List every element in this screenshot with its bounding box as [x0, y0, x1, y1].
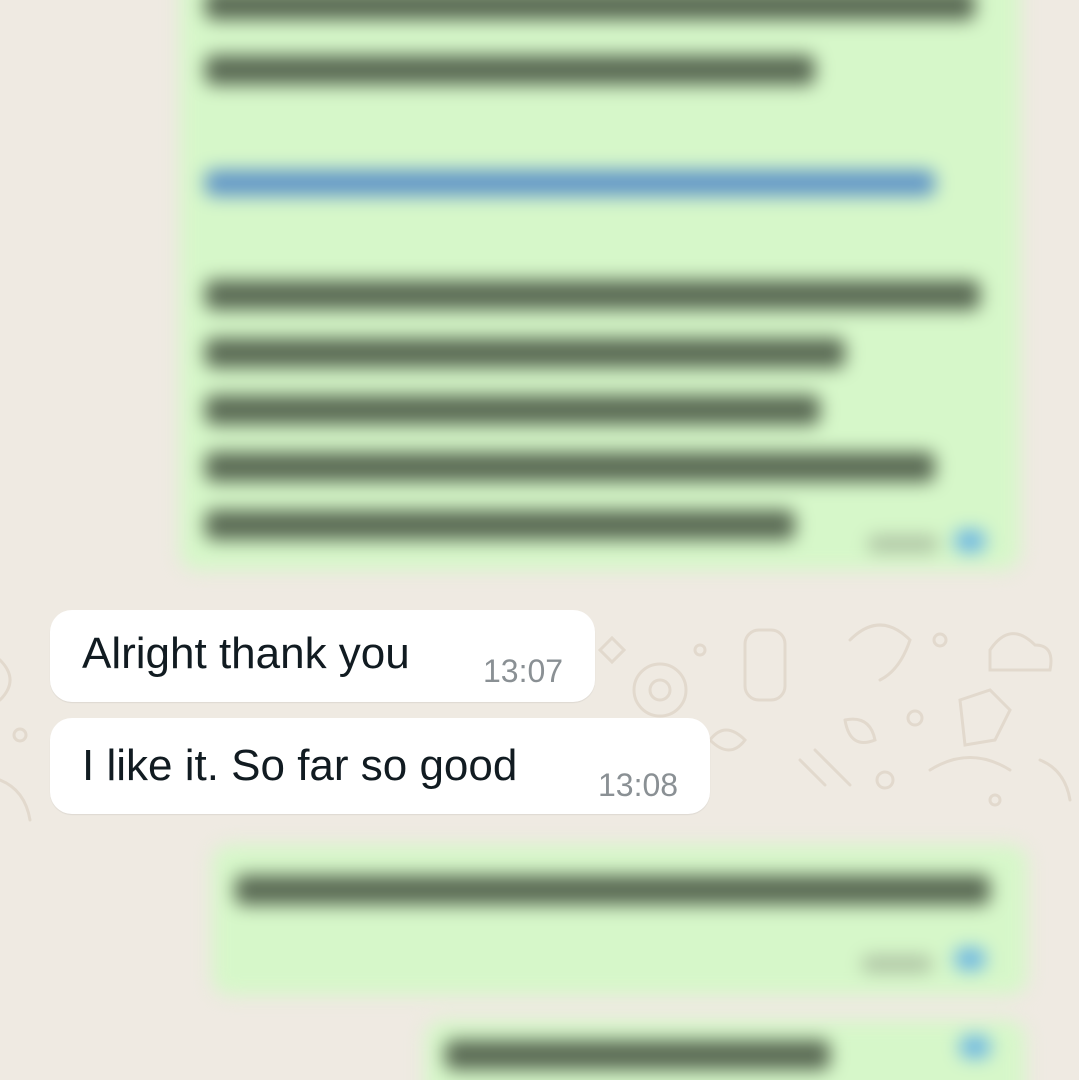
- read-receipt-icon: [955, 530, 985, 552]
- message-timestamp: 13:08: [598, 767, 679, 803]
- blurred-text-line: [445, 1040, 830, 1070]
- blurred-text-line: [205, 452, 935, 482]
- blurred-text-line: [205, 338, 845, 368]
- blurred-text-line: [235, 875, 990, 905]
- message-text: Alright thank you: [82, 629, 410, 678]
- read-receipt-icon: [960, 1036, 990, 1058]
- incoming-message-bubble[interactable]: I like it. So far so good 13:08: [50, 718, 710, 814]
- blurred-text-line: [205, 0, 975, 20]
- blurred-text-line: [205, 510, 795, 540]
- blurred-text-line: [205, 280, 980, 310]
- blurred-link: [205, 170, 935, 196]
- outgoing-message-bubble: [212, 845, 1027, 995]
- incoming-message-bubble[interactable]: Alright thank you 13:07: [50, 610, 595, 702]
- blurred-text-line: [205, 395, 820, 425]
- blurred-text-line: [205, 55, 815, 85]
- read-receipt-icon: [955, 948, 985, 970]
- message-text: I like it. So far so good: [82, 741, 518, 790]
- blurred-chat-background: [0, 0, 1079, 1080]
- blurred-timestamp: [862, 956, 932, 972]
- blurred-timestamp: [868, 536, 938, 552]
- message-timestamp: 13:07: [483, 653, 564, 689]
